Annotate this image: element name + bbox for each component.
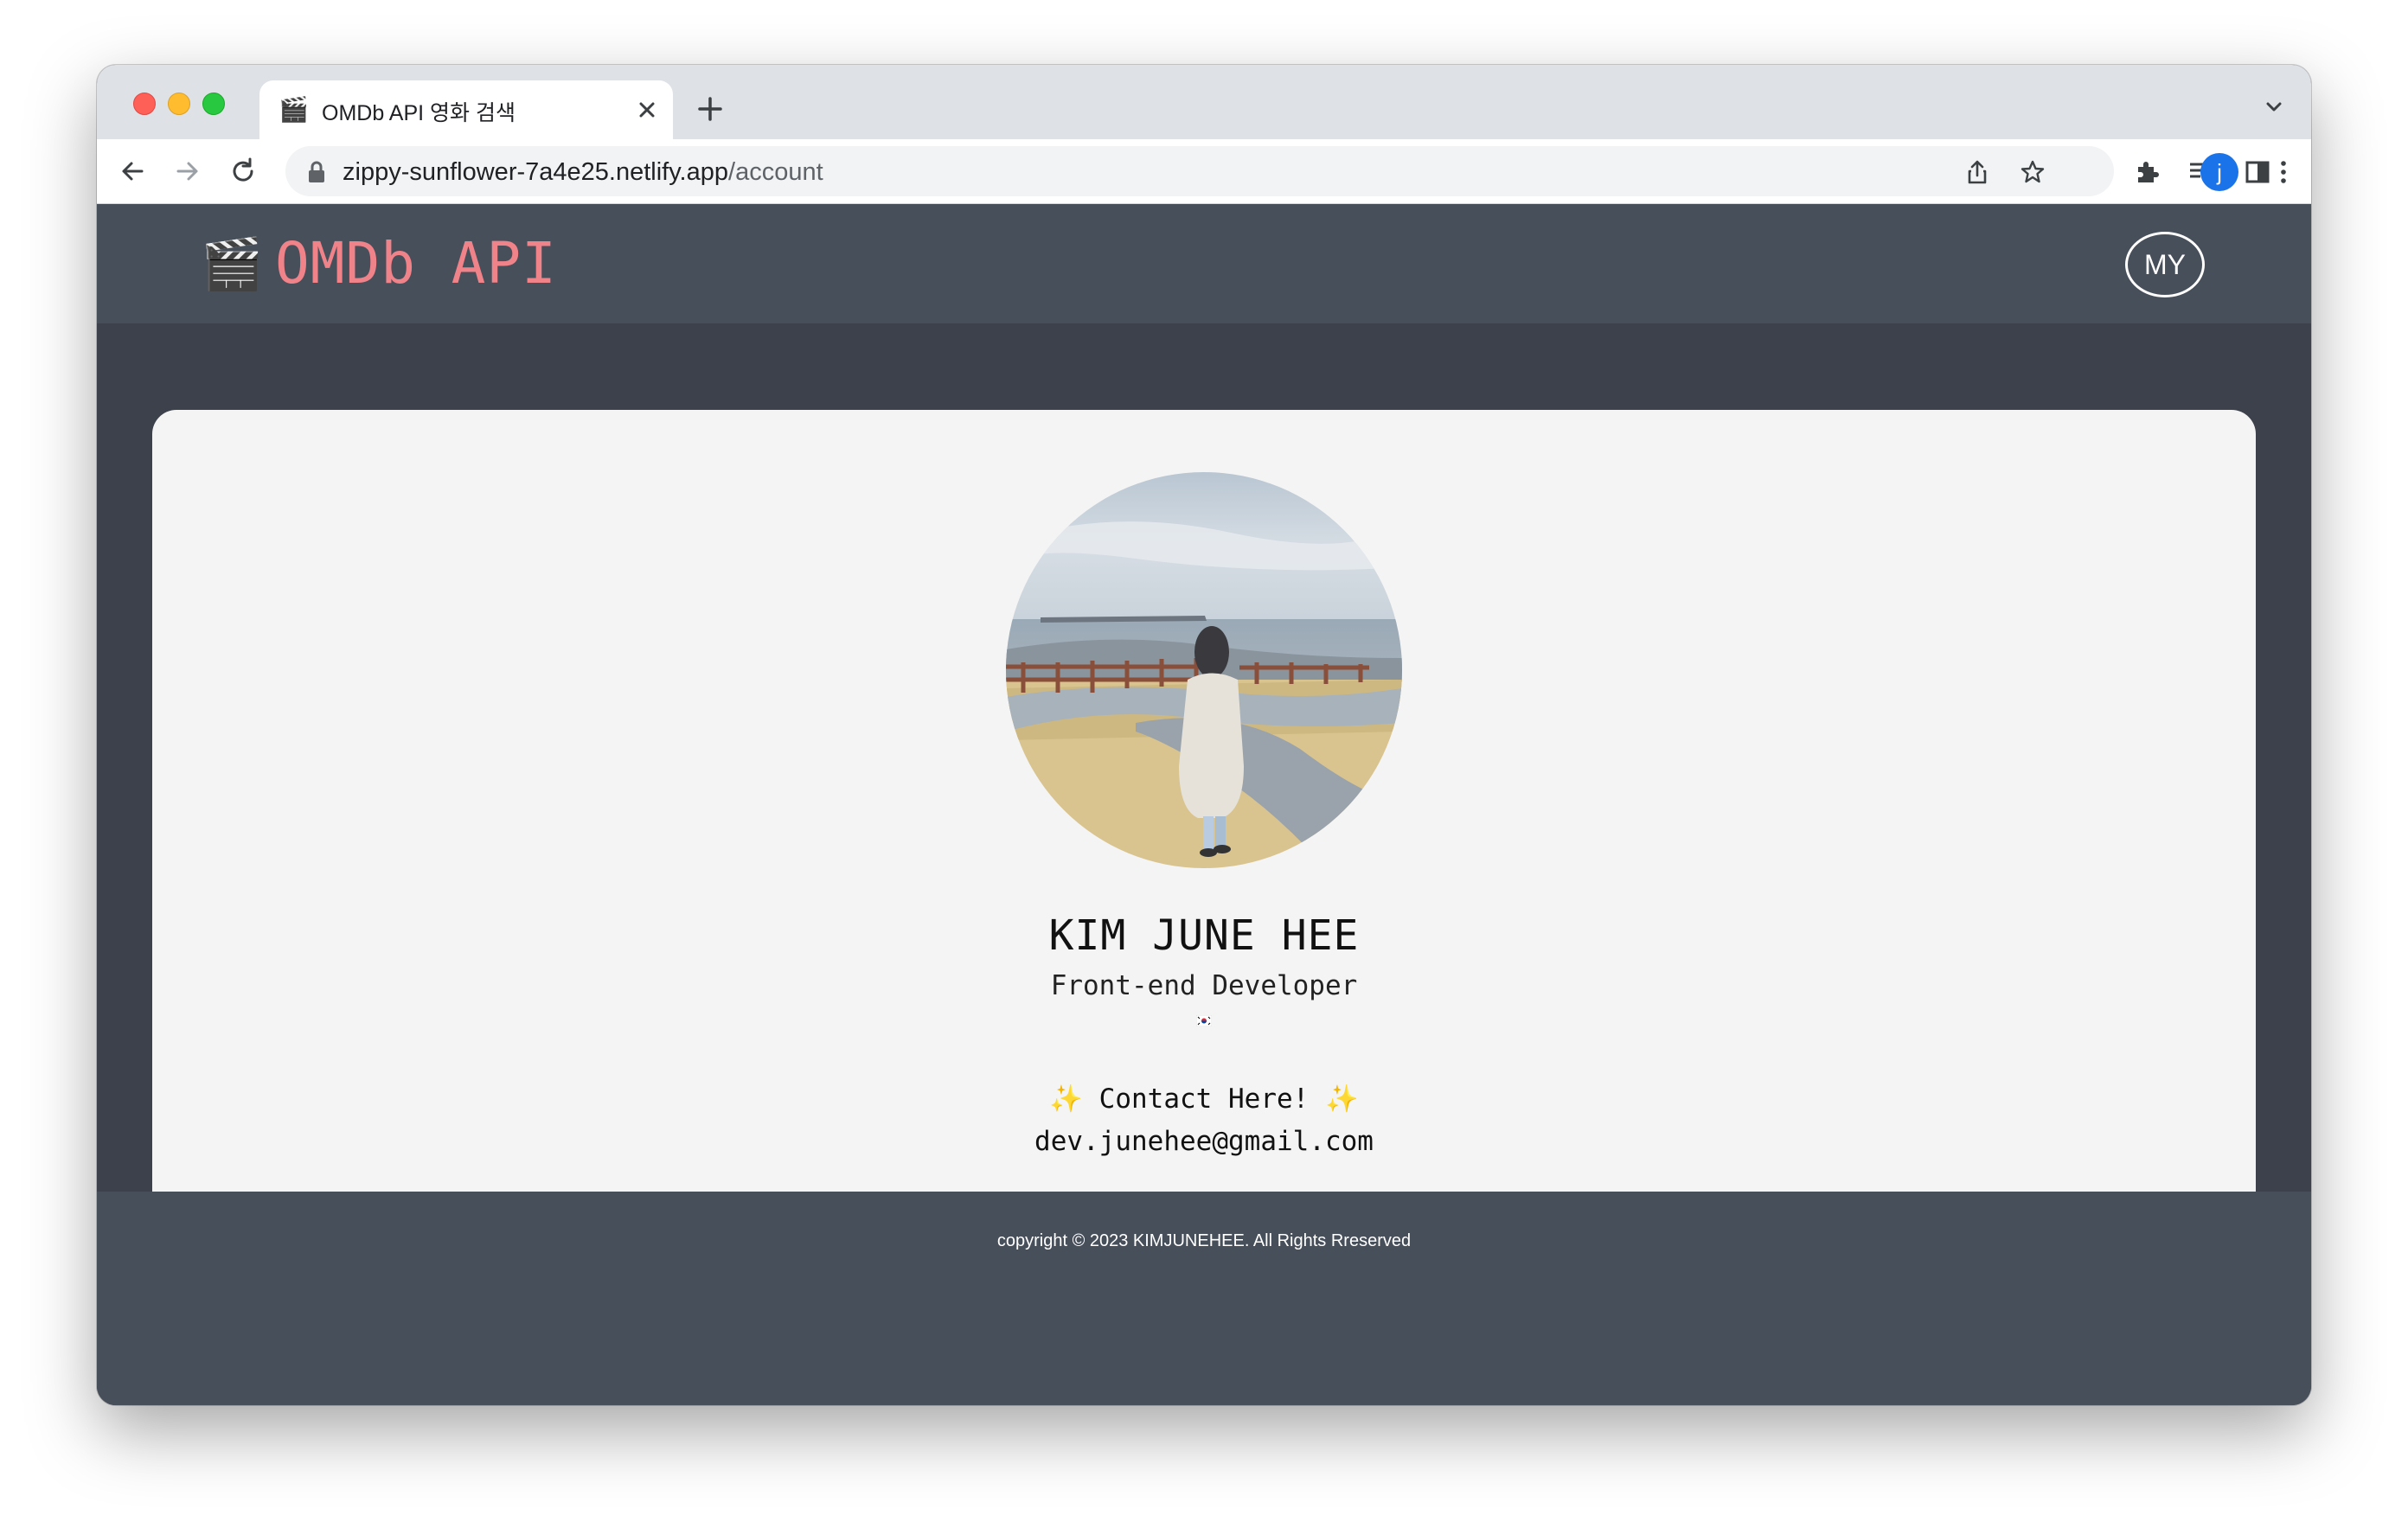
url-domain: zippy-sunflower-7a4e25.netlify.app [343, 158, 729, 186]
profile-name: KIM JUNE HEE [1048, 911, 1360, 960]
forward-icon[interactable] [171, 155, 204, 188]
minimize-window-button[interactable] [168, 93, 190, 115]
close-window-button[interactable] [133, 93, 156, 115]
new-tab-icon[interactable] [692, 91, 728, 127]
site-header: 🎬 OMDb API MY [97, 204, 2311, 323]
profile-avatar[interactable]: j [2200, 153, 2238, 191]
korea-flag-icon [1195, 1014, 1213, 1027]
side-panel-icon[interactable] [2242, 157, 2273, 188]
star-icon[interactable] [2019, 158, 2046, 186]
back-icon[interactable] [116, 155, 149, 188]
site-logo[interactable]: OMDb API [275, 230, 557, 297]
clapperboard-icon[interactable]: 🎬 [201, 237, 263, 292]
profile-role: Front-end Developer [1050, 970, 1358, 1001]
profile-card: KIM JUNE HEE Front-end Developer ✨ Conta… [152, 410, 2256, 1224]
tab-title: OMDb API 영화 검색 [322, 101, 516, 125]
my-account-button[interactable]: MY [2125, 232, 2205, 297]
copyright-text: copyright © 2023 KIMJUNEHEE. All Rights … [996, 1231, 1412, 1250]
share-icon[interactable] [1963, 158, 1991, 186]
url-path: /account [728, 158, 823, 186]
page-content: 🎬 OMDb API MY KIM JUNE HEE Front-end Dev… [97, 204, 2311, 1405]
profile-photo [1006, 472, 1402, 868]
clapperboard-icon: 🎬 [279, 96, 309, 123]
url-text: zippy-sunflower-7a4e25.netlify.app/accou… [343, 158, 823, 187]
contact-heading: ✨ Contact Here! ✨ [1049, 1083, 1359, 1115]
site-footer: copyright © 2023 KIMJUNEHEE. All Rights … [97, 1192, 2311, 1405]
lock-icon[interactable] [306, 161, 327, 183]
more-icon[interactable] [2271, 157, 2296, 188]
browser-toolbar: zippy-sunflower-7a4e25.netlify.app/accou… [97, 139, 2311, 204]
tab-search-icon[interactable] [2261, 94, 2287, 120]
zoom-window-button[interactable] [202, 93, 225, 115]
tab-strip: 🎬 OMDb API 영화 검색 [97, 65, 2311, 139]
extensions-icon[interactable] [2131, 157, 2162, 188]
close-tab-icon[interactable] [631, 94, 663, 125]
reload-icon[interactable] [227, 155, 259, 188]
browser-tab-active[interactable]: 🎬 OMDb API 영화 검색 [259, 80, 673, 139]
browser-window: 🎬 OMDb API 영화 검색 zippy-sunflower-7a4e25.… [97, 65, 2311, 1405]
contact-email[interactable]: dev.junehee@gmail.com [152, 1126, 2256, 1157]
address-bar[interactable]: zippy-sunflower-7a4e25.netlify.app/accou… [285, 146, 2114, 196]
